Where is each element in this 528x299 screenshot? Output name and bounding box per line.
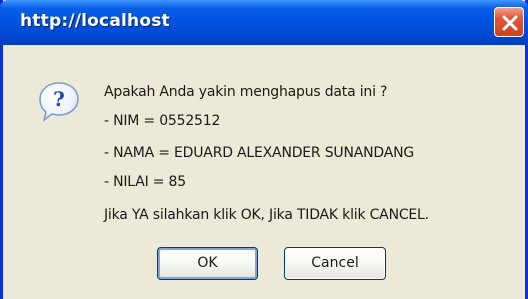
cancel-button[interactable]: Cancel <box>284 247 386 280</box>
svg-text:?: ? <box>53 87 65 111</box>
question-icon: ? <box>39 82 79 122</box>
confirmation-question: Apakah Anda yakin menghapus data ini ? <box>104 84 388 100</box>
close-icon <box>502 15 518 31</box>
instruction-text: Jika YA silahkan klik OK, Jika TIDAK kli… <box>104 207 429 223</box>
detail-nilai: - NILAI = 85 <box>104 174 186 190</box>
detail-nama: - NAMA = EDUARD ALEXANDER SUNANDANG <box>104 145 415 161</box>
detail-nim: - NIM = 0552512 <box>104 113 221 129</box>
close-button[interactable] <box>494 7 524 37</box>
dialog-body: ? Apakah Anda yakin menghapus data ini ?… <box>3 45 525 299</box>
alert-dialog-window: http://localhost ? Apakah Anda yakin men… <box>0 0 528 299</box>
ok-button[interactable]: OK <box>157 247 258 280</box>
title-bar[interactable]: http://localhost <box>0 0 528 45</box>
window-title: http://localhost <box>20 11 170 31</box>
